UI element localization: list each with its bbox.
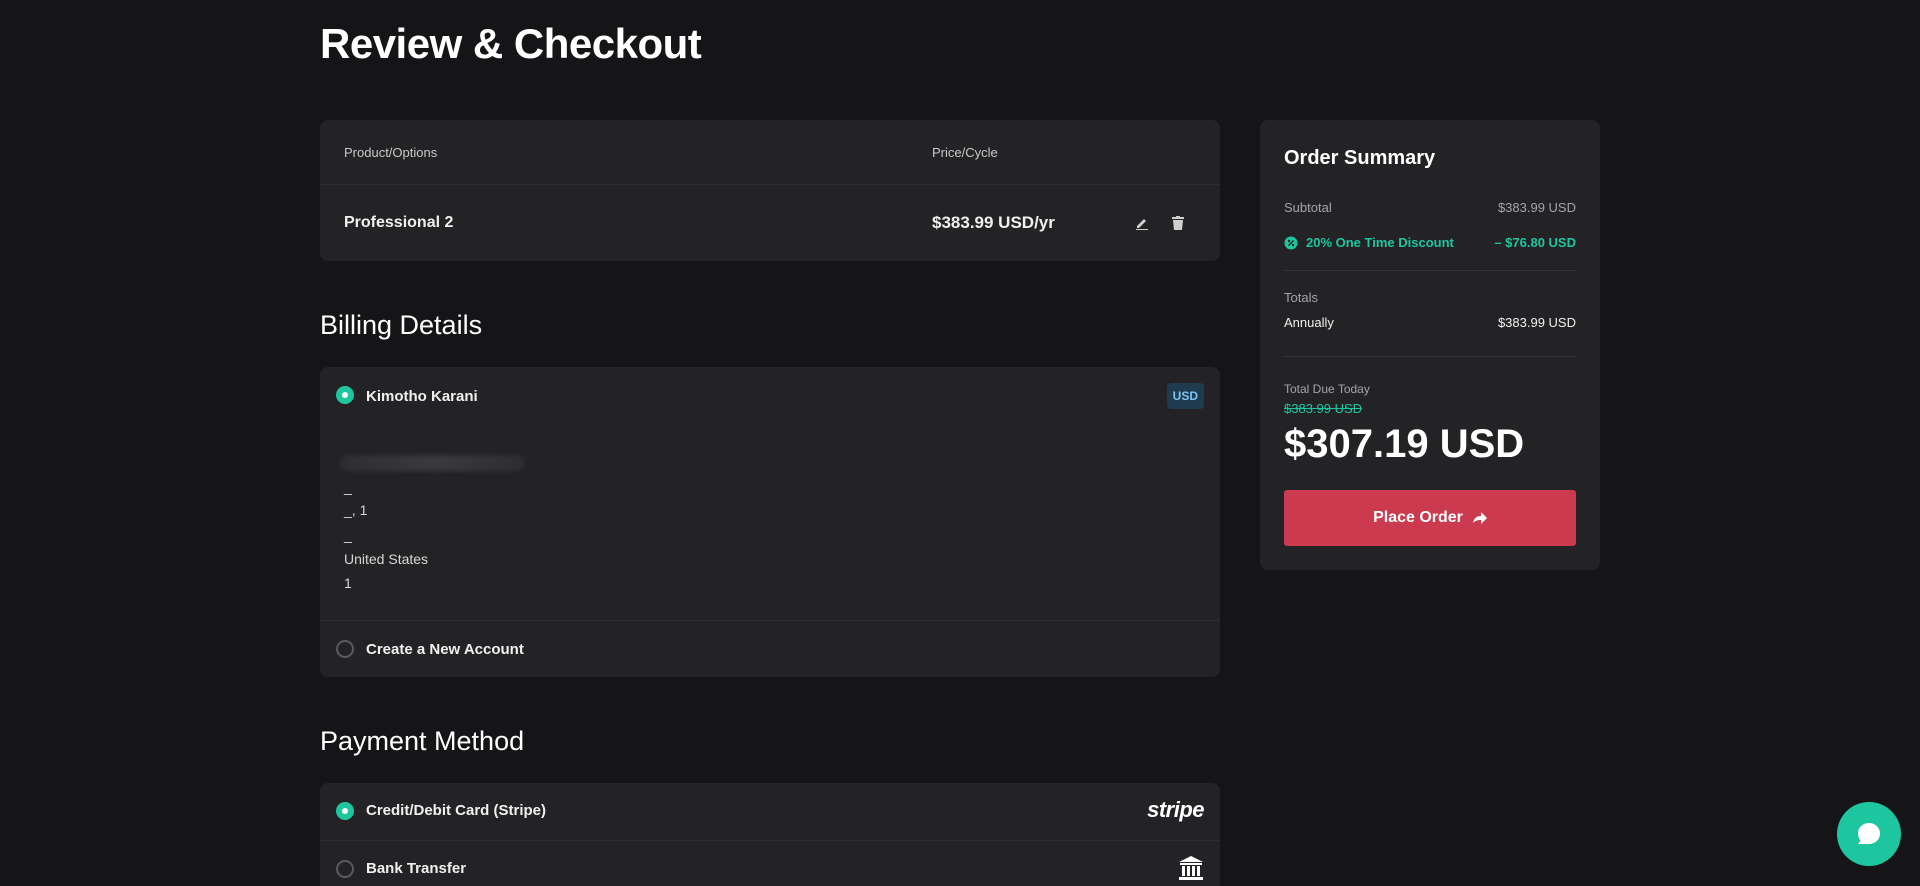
place-order-button[interactable]: Place Order bbox=[1284, 490, 1576, 546]
address-country: United States bbox=[344, 551, 429, 567]
account-radio-new[interactable] bbox=[336, 640, 354, 658]
discount-value: – $76.80 USD bbox=[1494, 235, 1576, 250]
stripe-logo: stripe bbox=[1147, 797, 1204, 822]
create-new-account-label: Create a New Account bbox=[366, 641, 524, 658]
subtotal-label: Subtotal bbox=[1284, 200, 1332, 215]
billing-details-card: Kimotho Karani USD _ _, 1 _ United State… bbox=[320, 367, 1220, 677]
totals-label: Totals bbox=[1284, 290, 1318, 305]
cart-table: Product/Options Price/Cycle Professional… bbox=[320, 120, 1220, 261]
redacted-email bbox=[340, 455, 525, 471]
chat-bubble-icon bbox=[1858, 823, 1880, 844]
table-row: Professional 2 $383.99 USD/yr bbox=[320, 185, 1220, 261]
create-new-account-option[interactable]: Create a New Account bbox=[320, 620, 1220, 677]
chat-widget-button[interactable] bbox=[1837, 802, 1901, 866]
total-due-amount: $307.19 USD bbox=[1284, 422, 1525, 466]
total-due-label: Total Due Today bbox=[1284, 382, 1370, 396]
product-name: Professional 2 bbox=[344, 214, 454, 231]
trash-icon bbox=[1172, 216, 1184, 230]
discount-row: 20% One Time Discount – $76.80 USD bbox=[1284, 235, 1576, 250]
totals-heading-row: Totals bbox=[1284, 290, 1576, 305]
payment-radio-bank-transfer[interactable] bbox=[336, 860, 354, 878]
edit-item-button[interactable] bbox=[1132, 213, 1152, 233]
bank-icon bbox=[1179, 856, 1203, 880]
account-name: Kimotho Karani bbox=[366, 388, 478, 405]
column-header-product: Product/Options bbox=[344, 145, 438, 160]
payment-method-card: Credit/Debit Card (Stripe) stripe Bank T… bbox=[320, 783, 1220, 886]
annually-row: Annually $383.99 USD bbox=[1284, 315, 1576, 330]
discount-label: 20% One Time Discount bbox=[1306, 235, 1454, 250]
place-order-label: Place Order bbox=[1373, 509, 1463, 526]
total-original-price: $383.99 USD bbox=[1284, 401, 1363, 416]
account-radio-existing[interactable] bbox=[336, 386, 354, 404]
address-phone: 1 bbox=[344, 575, 352, 591]
payment-option-stripe[interactable]: Credit/Debit Card (Stripe) stripe bbox=[320, 783, 1220, 840]
page-title: Review & Checkout bbox=[320, 20, 702, 67]
payment-option-bank-transfer[interactable]: Bank Transfer bbox=[320, 840, 1220, 886]
payment-method-title: Payment Method bbox=[320, 726, 525, 756]
product-price: $383.99 USD/yr bbox=[932, 213, 1055, 232]
delete-item-button[interactable] bbox=[1168, 213, 1188, 233]
payment-label-bank-transfer: Bank Transfer bbox=[366, 860, 467, 877]
cart-table-header: Product/Options Price/Cycle bbox=[320, 120, 1220, 185]
annually-value: $383.99 USD bbox=[1497, 315, 1576, 330]
summary-divider bbox=[1284, 270, 1576, 271]
summary-divider bbox=[1284, 356, 1576, 357]
billing-details-title: Billing Details bbox=[320, 310, 483, 340]
payment-radio-stripe[interactable] bbox=[336, 802, 354, 820]
payment-label-stripe: Credit/Debit Card (Stripe) bbox=[366, 802, 547, 819]
annually-label: Annually bbox=[1284, 315, 1334, 330]
subtotal-row: Subtotal $383.99 USD bbox=[1284, 200, 1576, 215]
address-line: _ bbox=[344, 527, 352, 543]
address-line: _ bbox=[344, 479, 352, 495]
currency-badge: USD bbox=[1166, 383, 1204, 409]
column-header-price: Price/Cycle bbox=[932, 145, 998, 160]
subtotal-value: $383.99 USD bbox=[1497, 200, 1576, 215]
pencil-icon bbox=[1136, 219, 1148, 230]
order-summary-title: Order Summary bbox=[1284, 147, 1436, 169]
discount-badge-icon bbox=[1284, 236, 1298, 249]
order-summary-card: Order Summary Subtotal $383.99 USD 20% O… bbox=[1260, 120, 1600, 570]
arrow-right-icon bbox=[1472, 512, 1487, 524]
address-line: _, 1 bbox=[344, 502, 368, 518]
